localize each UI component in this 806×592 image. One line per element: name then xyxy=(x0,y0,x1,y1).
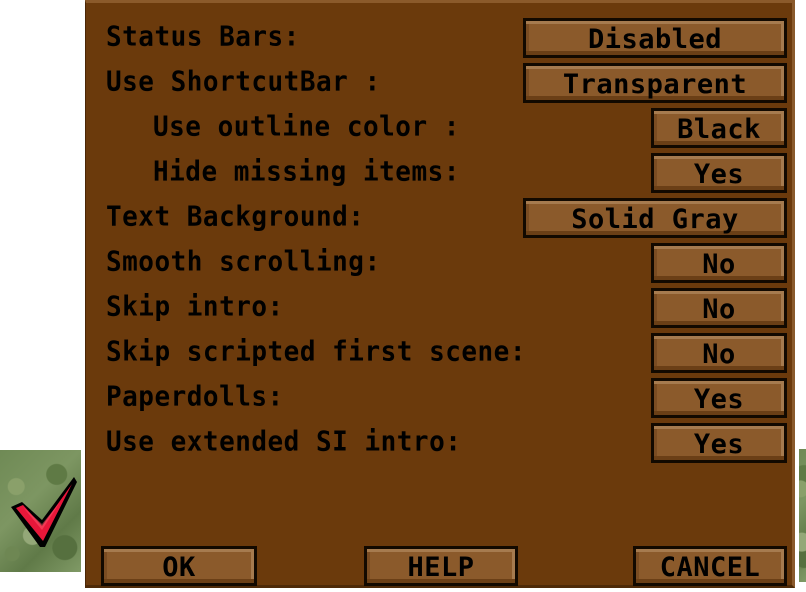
option-value: Solid Gray xyxy=(571,203,739,235)
option-label-skip-intro: Skip intro: xyxy=(106,291,284,323)
option-label-use-outline-color: Use outline color : xyxy=(153,111,460,143)
option-toggle-use-shortcutbar[interactable]: Transparent xyxy=(523,63,787,103)
cancel-button-label: CANCEL xyxy=(659,551,761,583)
option-value: No xyxy=(702,338,736,370)
option-value: No xyxy=(702,293,736,325)
option-toggle-use-extended-si-intro[interactable]: Yes xyxy=(651,423,787,463)
option-label-use-extended-si-intro: Use extended SI intro: xyxy=(106,426,462,458)
option-toggle-skip-scripted-first-scene[interactable]: No xyxy=(651,333,787,373)
option-toggle-text-background[interactable]: Solid Gray xyxy=(523,198,787,238)
option-toggle-status-bars[interactable]: Disabled xyxy=(523,18,787,58)
option-value: Yes xyxy=(693,383,745,415)
option-label-smooth-scrolling: Smooth scrolling: xyxy=(106,246,381,278)
option-toggle-smooth-scrolling[interactable]: No xyxy=(651,243,787,283)
option-toggle-use-outline-color[interactable]: Black xyxy=(651,108,787,148)
side-tile-right xyxy=(799,449,806,582)
option-value: Yes xyxy=(693,158,745,190)
option-value: Black xyxy=(677,113,761,145)
option-label-hide-missing-items: Hide missing items: xyxy=(153,156,460,188)
options-panel: Status Bars: Disabled Use ShortcutBar : Tra… xyxy=(85,0,795,588)
cancel-button[interactable]: CANCEL xyxy=(633,546,787,586)
confirm-tile[interactable] xyxy=(0,450,81,572)
ok-button-label: OK xyxy=(162,551,196,583)
option-toggle-hide-missing-items[interactable]: Yes xyxy=(651,153,787,193)
option-label-paperdolls: Paperdolls: xyxy=(106,381,284,413)
option-value: No xyxy=(702,248,736,280)
option-value: Disabled xyxy=(587,23,723,55)
option-value: Transparent xyxy=(562,68,748,100)
option-toggle-paperdolls[interactable]: Yes xyxy=(651,378,787,418)
option-label-status-bars: Status Bars: xyxy=(106,21,300,53)
help-button-label: HELP xyxy=(407,551,475,583)
option-label-text-background: Text Background: xyxy=(106,201,365,233)
option-label-use-shortcutbar: Use ShortcutBar : xyxy=(106,66,381,98)
option-toggle-skip-intro[interactable]: No xyxy=(651,288,787,328)
ok-button[interactable]: OK xyxy=(101,546,257,586)
option-label-skip-scripted-first-scene: Skip scripted first scene: xyxy=(106,336,526,368)
help-button[interactable]: HELP xyxy=(364,546,518,586)
option-value: Yes xyxy=(693,428,745,460)
